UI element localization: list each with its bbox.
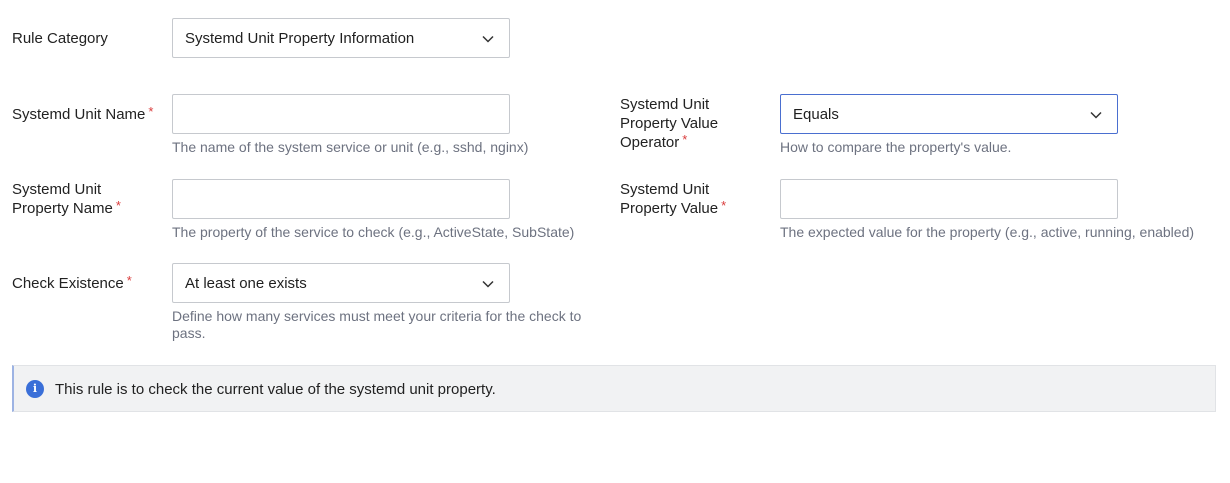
info-icon: i <box>26 380 44 398</box>
check-existence-select[interactable]: At least one exists <box>172 263 510 303</box>
check-existence-label: Check Existence * <box>12 273 132 292</box>
rule-category-select[interactable]: Systemd Unit Property Information <box>172 18 510 58</box>
chevron-down-icon <box>1090 111 1102 119</box>
check-existence-value: At least one exists <box>185 275 307 292</box>
unit-name-input[interactable] <box>172 94 510 134</box>
chevron-down-icon <box>482 35 494 43</box>
info-banner-message: This rule is to check the current value … <box>55 381 496 398</box>
property-name-help: The property of the service to check (e.… <box>172 224 575 240</box>
check-existence-help: Define how many services must meet your … <box>172 308 582 341</box>
value-operator-label: Systemd Unit Property Value Operator * <box>620 96 719 151</box>
value-operator-help: How to compare the property's value. <box>780 139 1012 155</box>
rule-category-value: Systemd Unit Property Information <box>185 30 415 47</box>
required-marker: * <box>682 132 688 147</box>
required-marker: * <box>126 273 132 288</box>
property-name-input[interactable] <box>172 179 510 219</box>
required-marker: * <box>148 104 154 119</box>
property-value-input[interactable] <box>780 179 1118 219</box>
required-marker: * <box>721 198 727 213</box>
info-banner: i This rule is to check the current valu… <box>12 365 1216 412</box>
value-operator-value: Equals <box>793 106 839 123</box>
rule-category-label: Rule Category <box>12 30 108 47</box>
property-value-help: The expected value for the property (e.g… <box>780 224 1195 240</box>
required-marker: * <box>115 198 121 213</box>
unit-name-help: The name of the system service or unit (… <box>172 139 529 155</box>
chevron-down-icon <box>482 280 494 288</box>
property-value-label: Systemd Unit Property Value * <box>620 181 727 217</box>
value-operator-select[interactable]: Equals <box>780 94 1118 134</box>
unit-name-label: Systemd Unit Name * <box>12 104 154 123</box>
property-name-label: Systemd Unit Property Name * <box>12 181 121 217</box>
